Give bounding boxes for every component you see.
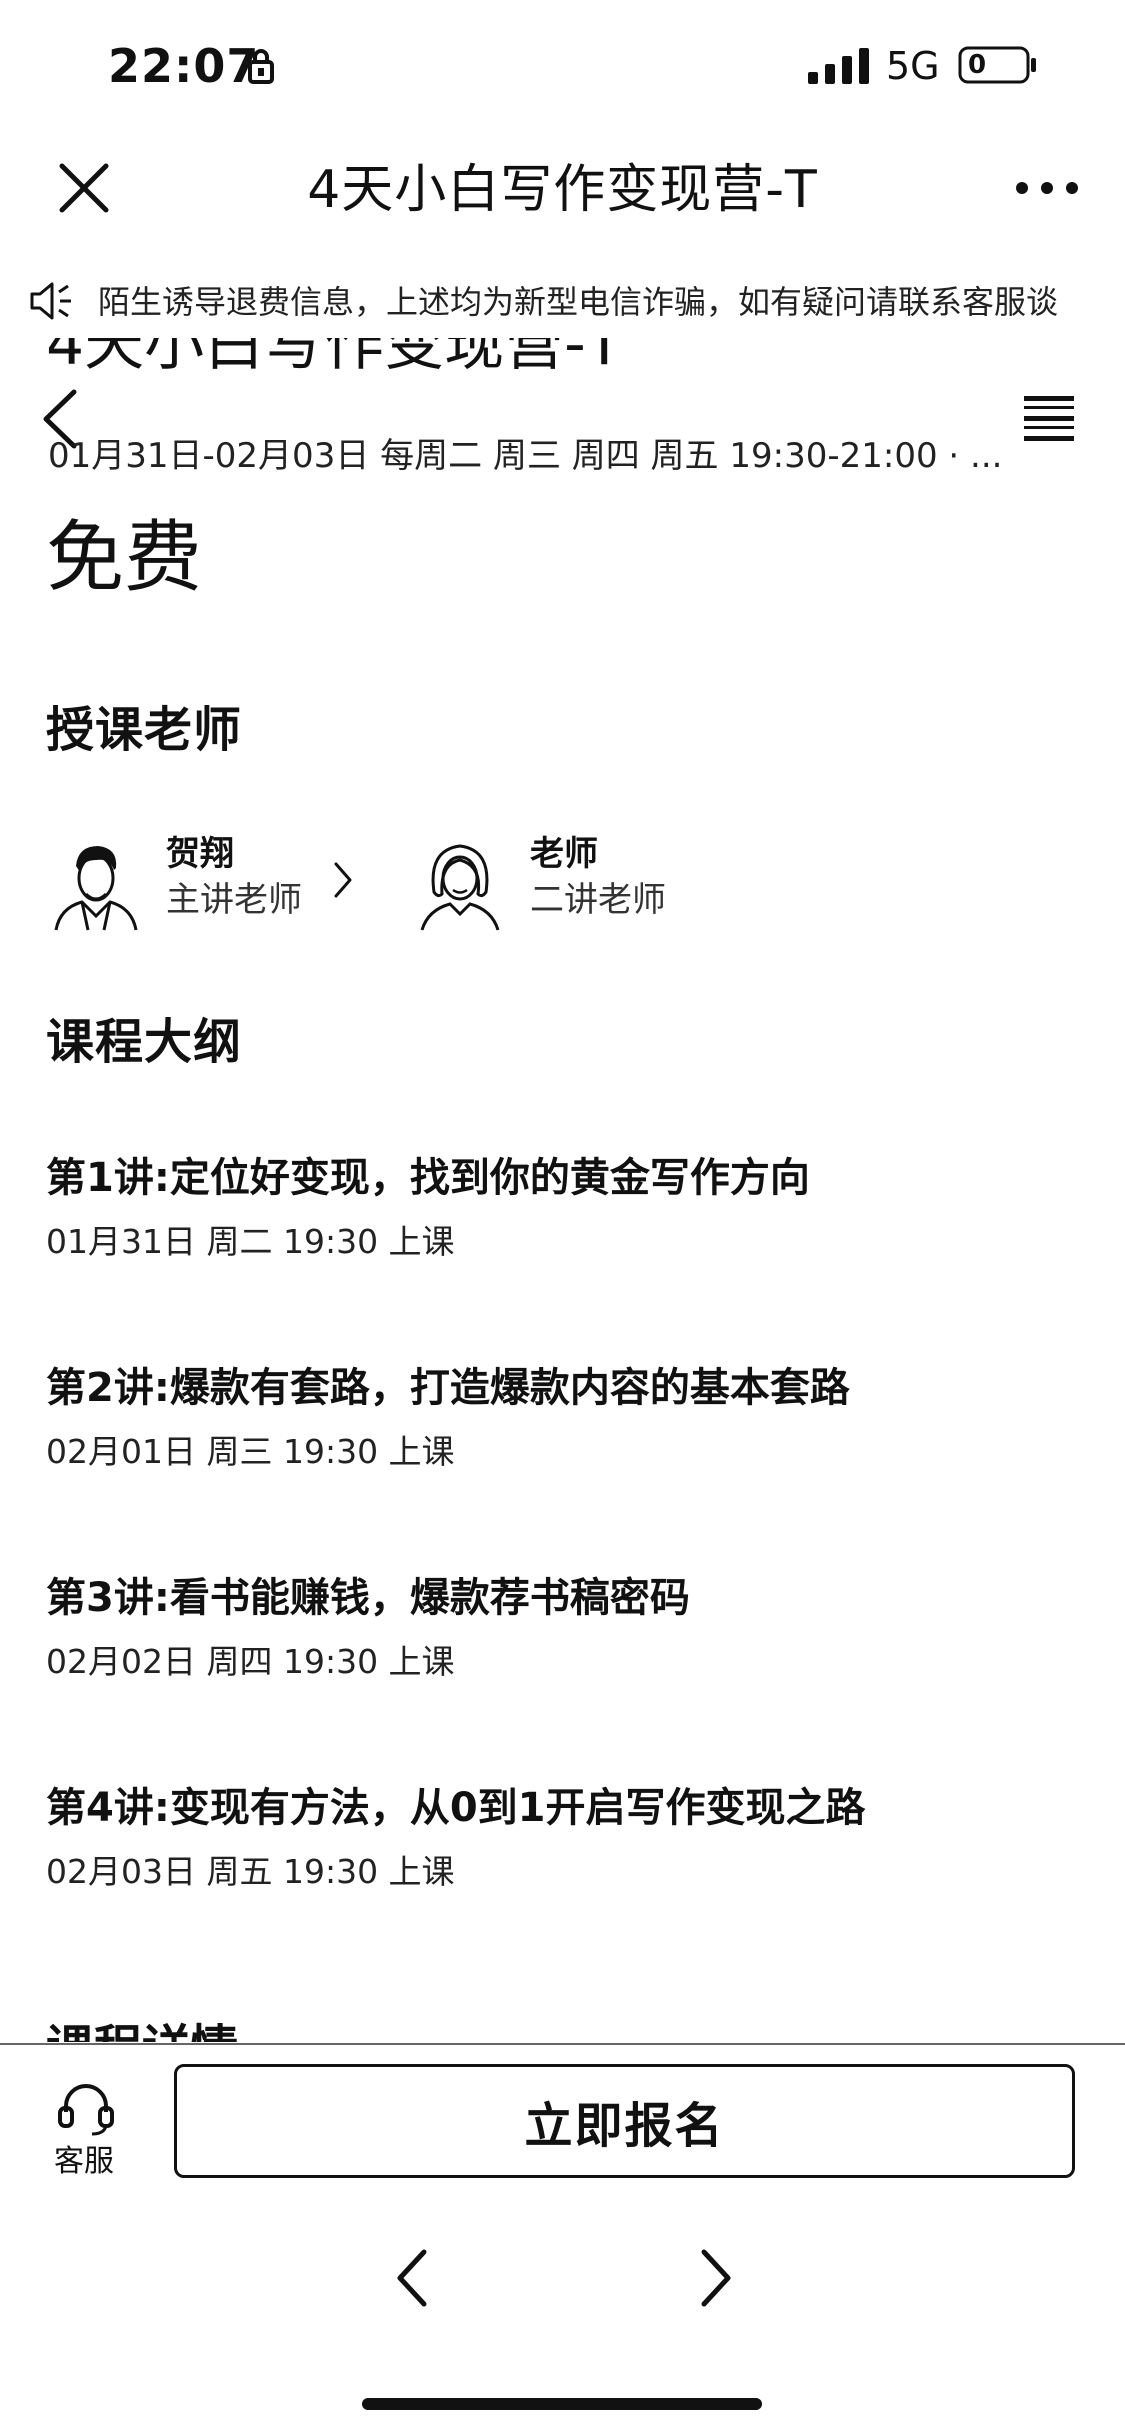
chevron-right-icon: [334, 862, 352, 898]
teacher-card-2[interactable]: 老师 二讲老师: [412, 832, 732, 932]
notice-text: 陌生诱导退费信息，上述均为新型电信诈骗，如有疑问请联系客服谈: [98, 283, 1059, 321]
headset-icon: [58, 2084, 114, 2136]
lesson-time: 01月31日 周二 19:30 上课: [46, 1222, 455, 1261]
lesson-item-3[interactable]: 第3讲:看书能赚钱，爆款荐书稿密码 02月02日 周四 19:30 上课: [46, 1570, 1076, 1686]
lesson-time: 02月02日 周四 19:30 上课: [46, 1642, 455, 1681]
course-title: 4天小白写作变现营-T: [46, 338, 623, 379]
bottom-divider: [0, 2043, 1125, 2045]
teachers-section-title: 授课老师: [46, 702, 243, 758]
browser-back-icon[interactable]: [392, 2246, 432, 2310]
outline-section-title: 课程大纲: [46, 1014, 243, 1070]
lock-icon: [248, 49, 274, 84]
close-icon[interactable]: [56, 160, 112, 216]
more-icon[interactable]: [1012, 170, 1082, 206]
lesson-title: 第4讲:变现有方法，从0到1开启写作变现之路: [46, 1785, 866, 1831]
course-title-container: 4天小白写作变现营-T: [46, 338, 1046, 384]
signal-icon: [808, 48, 869, 84]
lesson-time: 02月03日 周五 19:30 上课: [46, 1852, 455, 1891]
service-label: 客服: [54, 2144, 114, 2179]
lesson-title: 第3讲:看书能赚钱，爆款荐书稿密码: [46, 1575, 690, 1621]
lesson-item-1[interactable]: 第1讲:定位好变现，找到你的黄金写作方向 01月31日 周二 19:30 上课: [46, 1150, 1076, 1266]
lesson-item-2[interactable]: 第2讲:爆款有套路，打造爆款内容的基本套路 02月01日 周三 19:30 上课: [46, 1360, 1076, 1476]
teacher-name: 贺翔: [166, 834, 234, 874]
browser-forward-icon[interactable]: [696, 2246, 736, 2310]
course-price: 免费: [46, 513, 203, 603]
details-section-title-container: 课程详情: [46, 2012, 546, 2042]
lesson-title: 第1讲:定位好变现，找到你的黄金写作方向: [46, 1155, 810, 1201]
teacher-card-1[interactable]: 贺翔 主讲老师: [48, 832, 368, 932]
lesson-time: 02月01日 周三 19:30 上课: [46, 1432, 455, 1471]
lesson-title: 第2讲:爆款有套路，打造爆款内容的基本套路: [46, 1365, 850, 1411]
home-indicator[interactable]: [362, 2398, 762, 2410]
battery-icon: 0: [958, 46, 1038, 84]
teacher-role: 二讲老师: [530, 880, 666, 920]
battery-level: 0: [968, 50, 987, 80]
teacher-name: 老师: [530, 834, 598, 874]
teacher-role: 主讲老师: [166, 880, 302, 920]
course-schedule: 01月31日-02月03日 每周二 周三 周四 周五 19:30-21:00 ·…: [48, 436, 1003, 476]
male-teacher-avatar: [54, 846, 138, 931]
female-teacher-avatar: [420, 844, 500, 931]
speaker-icon: [30, 282, 71, 320]
network-type: 5G: [886, 44, 940, 88]
details-section-title: 课程详情: [46, 2016, 238, 2042]
page-title: 4天小白写作变现营-T: [307, 160, 818, 220]
signup-button[interactable]: 立即报名: [174, 2064, 1075, 2178]
customer-service-button[interactable]: 客服: [40, 2070, 136, 2190]
lesson-item-4[interactable]: 第4讲:变现有方法，从0到1开启写作变现之路 02月03日 周五 19:30 上…: [46, 1780, 1076, 1896]
status-time: 22:07: [108, 39, 260, 93]
